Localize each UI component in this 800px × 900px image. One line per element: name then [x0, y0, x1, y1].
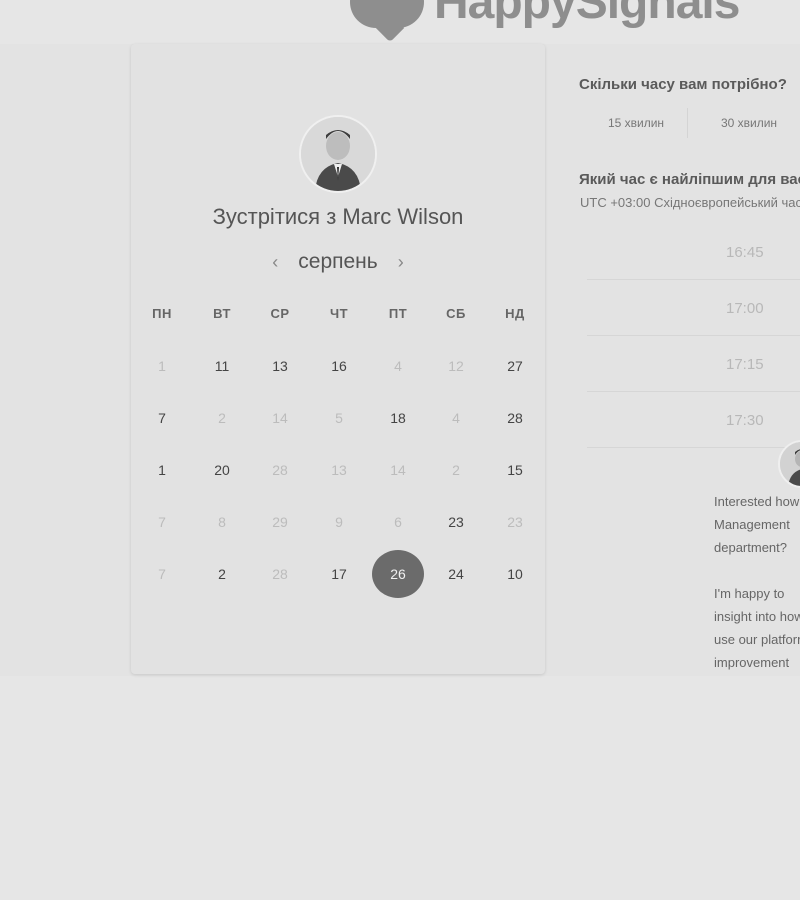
chat-message: Interested how Management department? I'… — [714, 494, 800, 670]
duration-15-button[interactable]: 15 хвилин — [585, 108, 688, 138]
calendar-day[interactable]: 28 — [493, 396, 537, 440]
time-slot-label: 17:30 — [726, 411, 764, 429]
time-slot-label: 17:00 — [726, 299, 764, 317]
calendar-day: 12 — [448, 358, 464, 374]
time-slot[interactable]: 17:15 — [587, 337, 800, 392]
calendar-day[interactable]: 16 — [317, 344, 361, 388]
calendar-day[interactable]: 2 — [200, 552, 244, 596]
calendar-day[interactable]: 1 — [140, 448, 184, 492]
calendar-day[interactable]: 7 — [140, 396, 184, 440]
calendar-day[interactable]: 11 — [200, 344, 244, 388]
calendar-day: 4 — [452, 410, 460, 426]
calendar-day: 14 — [272, 410, 288, 426]
calendar-day[interactable]: 18 — [376, 396, 420, 440]
calendar-card: Зустрітися з Marc Wilson ‹ серпень › ПН В… — [131, 44, 545, 674]
brand-logo: HappySignals — [350, 0, 740, 32]
calendar-day: 9 — [335, 514, 343, 530]
duration-30-button[interactable]: 30 хвилин — [698, 108, 800, 138]
calendar-day[interactable]: 24 — [434, 552, 478, 596]
calendar-day: 2 — [218, 410, 226, 426]
calendar-day: 8 — [218, 514, 226, 530]
time-question: Який час є найліпшим для вас? — [579, 171, 800, 188]
time-slot[interactable]: 17:00 — [587, 281, 800, 336]
person-portrait-icon — [780, 442, 800, 486]
time-slot[interactable]: 16:45 — [587, 225, 800, 280]
time-slot-label: 17:15 — [726, 355, 764, 373]
calendar-day: 14 — [390, 462, 406, 478]
booking-panel: Скільки часу вам потрібно? 15 хвилин 30 … — [579, 44, 800, 676]
calendar-day: 1 — [158, 358, 166, 374]
calendar-day: 13 — [331, 462, 347, 478]
calendar-day: 6 — [394, 514, 402, 530]
time-slot-label: 16:45 — [726, 243, 764, 261]
calendar-day[interactable]: 10 — [493, 552, 537, 596]
calendar-day: 5 — [335, 410, 343, 426]
calendar-day: 28 — [272, 566, 288, 582]
selected-day[interactable]: 26 — [372, 550, 424, 598]
timezone-label: UTC +03:00 Східноєвропейський час — [580, 195, 800, 210]
calendar-day[interactable]: 15 — [493, 448, 537, 492]
calendar-day: 7 — [158, 566, 166, 582]
calendar-day: 7 — [158, 514, 166, 530]
logo-bubble-icon — [350, 0, 424, 28]
calendar-day[interactable]: 23 — [434, 500, 478, 544]
calendar-day: 29 — [272, 514, 288, 530]
calendar-day: 28 — [272, 462, 288, 478]
calendar-day: 2 — [452, 462, 460, 478]
calendar-day[interactable]: 20 — [200, 448, 244, 492]
calendar-day: 23 — [507, 514, 523, 530]
time-slot[interactable]: 17:30 — [587, 393, 800, 448]
duration-question: Скільки часу вам потрібно? — [579, 76, 787, 93]
calendar-day[interactable]: 17 — [317, 552, 361, 596]
logo-text: HappySignals — [434, 0, 740, 29]
day-grid: 1 11 13 16 4 12 27 7 2 14 5 18 4 28 1 20 28 13 14 2 15 7 8 29 9 6… — [131, 44, 545, 674]
calendar-day[interactable]: 27 — [493, 344, 537, 388]
calendar-day: 4 — [394, 358, 402, 374]
duration-options: 15 хвилин 30 хвилин — [585, 108, 800, 138]
calendar-day[interactable]: 13 — [258, 344, 302, 388]
